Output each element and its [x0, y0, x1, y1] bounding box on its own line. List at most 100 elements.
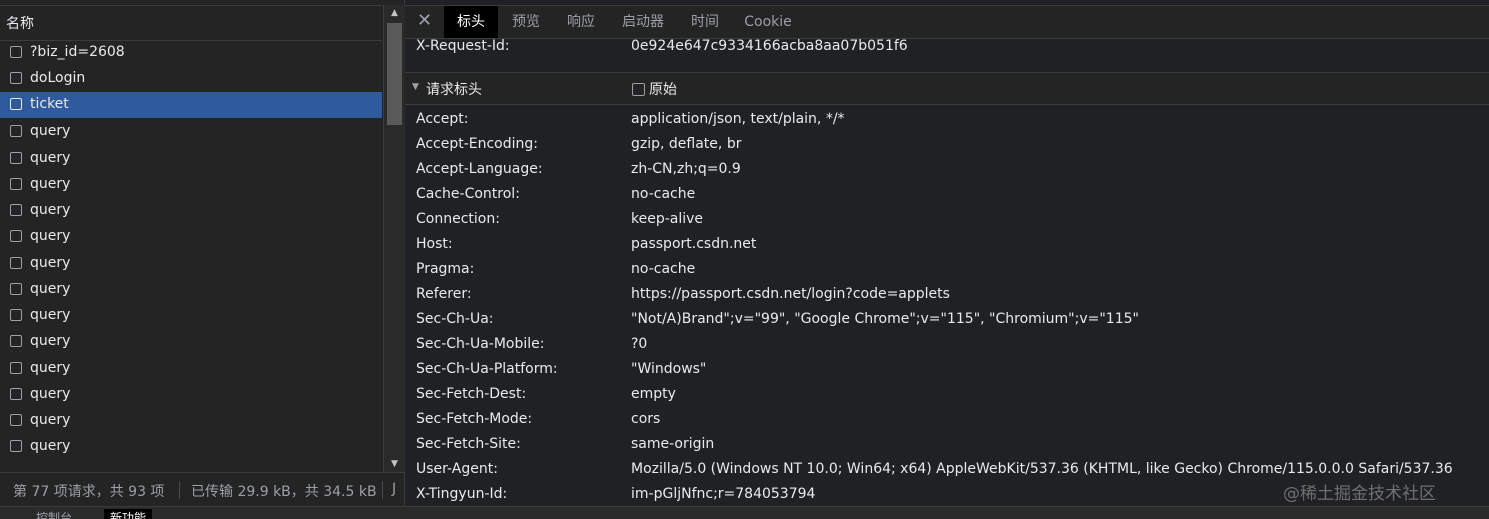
request-name: ticket [30, 96, 69, 112]
header-value: no-cache [631, 186, 696, 202]
request-row[interactable]: query [0, 382, 382, 408]
details-tab-bar: ✕ 标头 预览 响应 启动器 时间 Cookie [405, 5, 1489, 39]
request-row[interactable]: query [0, 356, 382, 382]
request-checkbox[interactable] [10, 204, 22, 216]
request-checkbox[interactable] [10, 257, 22, 269]
request-row[interactable]: doLogin [0, 66, 382, 92]
request-details-pane: ✕ 标头 预览 响应 启动器 时间 Cookie X-Request-Id: 0… [405, 0, 1489, 506]
request-checkbox[interactable] [10, 178, 22, 190]
watermark: @稀土掘金技术社区 [1283, 484, 1436, 504]
request-checkbox[interactable] [10, 414, 22, 426]
request-row[interactable]: query [0, 303, 382, 329]
request-checkbox[interactable] [10, 440, 22, 452]
network-status-bar: 第 77 项请求，共 93 项 已传输 29.9 kB，共 34.5 kB J [0, 472, 404, 507]
scroll-up-arrow-icon[interactable]: ▲ [384, 5, 405, 21]
request-row[interactable]: query [0, 251, 382, 277]
request-name: query [30, 333, 71, 349]
header-key: Sec-Ch-Ua-Mobile: [416, 336, 545, 352]
request-row[interactable]: query [0, 172, 382, 198]
scroll-down-arrow-icon[interactable]: ▼ [384, 456, 405, 472]
request-row[interactable]: query [0, 224, 382, 250]
request-name: query [30, 202, 71, 218]
request-checkbox[interactable] [10, 46, 22, 58]
request-row[interactable]: query [0, 198, 382, 224]
request-checkbox[interactable] [10, 309, 22, 321]
request-name: query [30, 412, 71, 428]
header-value: empty [631, 386, 676, 402]
raw-checkbox-label[interactable]: 原始 [649, 79, 677, 99]
header-value: zh-CN,zh;q=0.9 [631, 161, 741, 177]
tab-timing[interactable]: 时间 [682, 6, 728, 38]
header-value: cors [631, 411, 661, 427]
request-row[interactable]: query [0, 434, 382, 460]
status-divider [179, 481, 180, 499]
expand-triangle-icon[interactable]: ▼ [412, 82, 419, 92]
header-value: no-cache [631, 261, 696, 277]
request-row[interactable]: query [0, 277, 382, 303]
name-column-header[interactable]: 名称 [6, 13, 34, 33]
request-row[interactable]: query [0, 146, 382, 172]
drawer-tab-whats-new[interactable]: 新功能 [104, 509, 153, 519]
request-checkbox[interactable] [10, 283, 22, 295]
header-value: "Not/A)Brand";v="99", "Google Chrome";v=… [631, 311, 1139, 327]
devtools-network-panel: 名称 ?biz_id=2608 doLogin ticket query query qu… [0, 0, 1489, 519]
drawer-tab-console[interactable]: 控制台 [36, 509, 72, 519]
request-row[interactable]: query [0, 119, 382, 145]
header-value: passport.csdn.net [631, 236, 757, 252]
header-key: User-Agent: [416, 461, 498, 477]
request-list: ?biz_id=2608 doLogin ticket query query query… [0, 40, 382, 472]
header-key: Accept-Encoding: [416, 136, 539, 152]
request-name: query [30, 386, 71, 402]
request-checkbox[interactable] [10, 152, 22, 164]
status-overflow-text: J [392, 481, 397, 497]
header-key: Sec-Fetch-Dest: [416, 386, 527, 402]
request-list-header[interactable]: 名称 [0, 5, 382, 41]
close-icon[interactable]: ✕ [417, 10, 432, 31]
request-checkbox[interactable] [10, 125, 22, 137]
request-headers-section-header[interactable]: ▼ 请求标头 原始 [405, 72, 1489, 105]
request-row[interactable]: query [0, 408, 382, 434]
header-value: https://passport.csdn.net/login?code=app… [631, 286, 950, 302]
header-key: Sec-Ch-Ua-Platform: [416, 361, 558, 377]
header-value: gzip, deflate, br [631, 136, 742, 152]
request-checkbox[interactable] [10, 362, 22, 374]
status-divider [382, 481, 383, 499]
request-list-scrollbar[interactable]: ▲ ▼ [383, 5, 405, 472]
request-name: query [30, 150, 71, 166]
scroll-thumb[interactable] [387, 23, 402, 125]
request-count-status: 第 77 项请求，共 93 项 [13, 484, 165, 500]
request-name: doLogin [30, 70, 86, 86]
header-value: keep-alive [631, 211, 704, 227]
tab-initiator[interactable]: 启动器 [614, 6, 672, 38]
request-name: query [30, 307, 71, 323]
header-value: same-origin [631, 436, 715, 452]
header-key: X-Tingyun-Id: [416, 486, 508, 502]
header-key: Sec-Fetch-Mode: [416, 411, 533, 427]
raw-checkbox[interactable] [632, 83, 645, 96]
request-checkbox[interactable] [10, 230, 22, 242]
section-title: 请求标头 [426, 82, 482, 98]
header-key: Sec-Ch-Ua: [416, 311, 494, 327]
request-row[interactable]: ?biz_id=2608 [0, 40, 382, 66]
request-checkbox[interactable] [10, 335, 22, 347]
tab-headers[interactable]: 标头 [444, 6, 498, 38]
header-key: Connection: [416, 211, 500, 227]
header-value: 0e924e647c9334166acba8aa07b051f6 [631, 38, 908, 54]
tab-cookies[interactable]: Cookie [738, 6, 798, 38]
header-value: "Windows" [631, 361, 707, 377]
request-name: query [30, 228, 71, 244]
header-key: Sec-Fetch-Site: [416, 436, 521, 452]
tab-preview[interactable]: 预览 [503, 6, 549, 38]
drawer-tab-bar: 控制台 新功能 [0, 506, 1489, 519]
request-row[interactable]: ticket [0, 92, 382, 118]
request-checkbox[interactable] [10, 72, 22, 84]
tab-response[interactable]: 响应 [558, 6, 604, 38]
header-value: application/json, text/plain, */* [631, 111, 845, 127]
request-name: query [30, 360, 71, 376]
request-name: ?biz_id=2608 [30, 44, 125, 60]
request-name: query [30, 255, 71, 271]
header-key: X-Request-Id: [416, 38, 510, 54]
request-row[interactable]: query [0, 329, 382, 355]
request-checkbox[interactable] [10, 388, 22, 400]
request-checkbox[interactable] [10, 98, 22, 110]
